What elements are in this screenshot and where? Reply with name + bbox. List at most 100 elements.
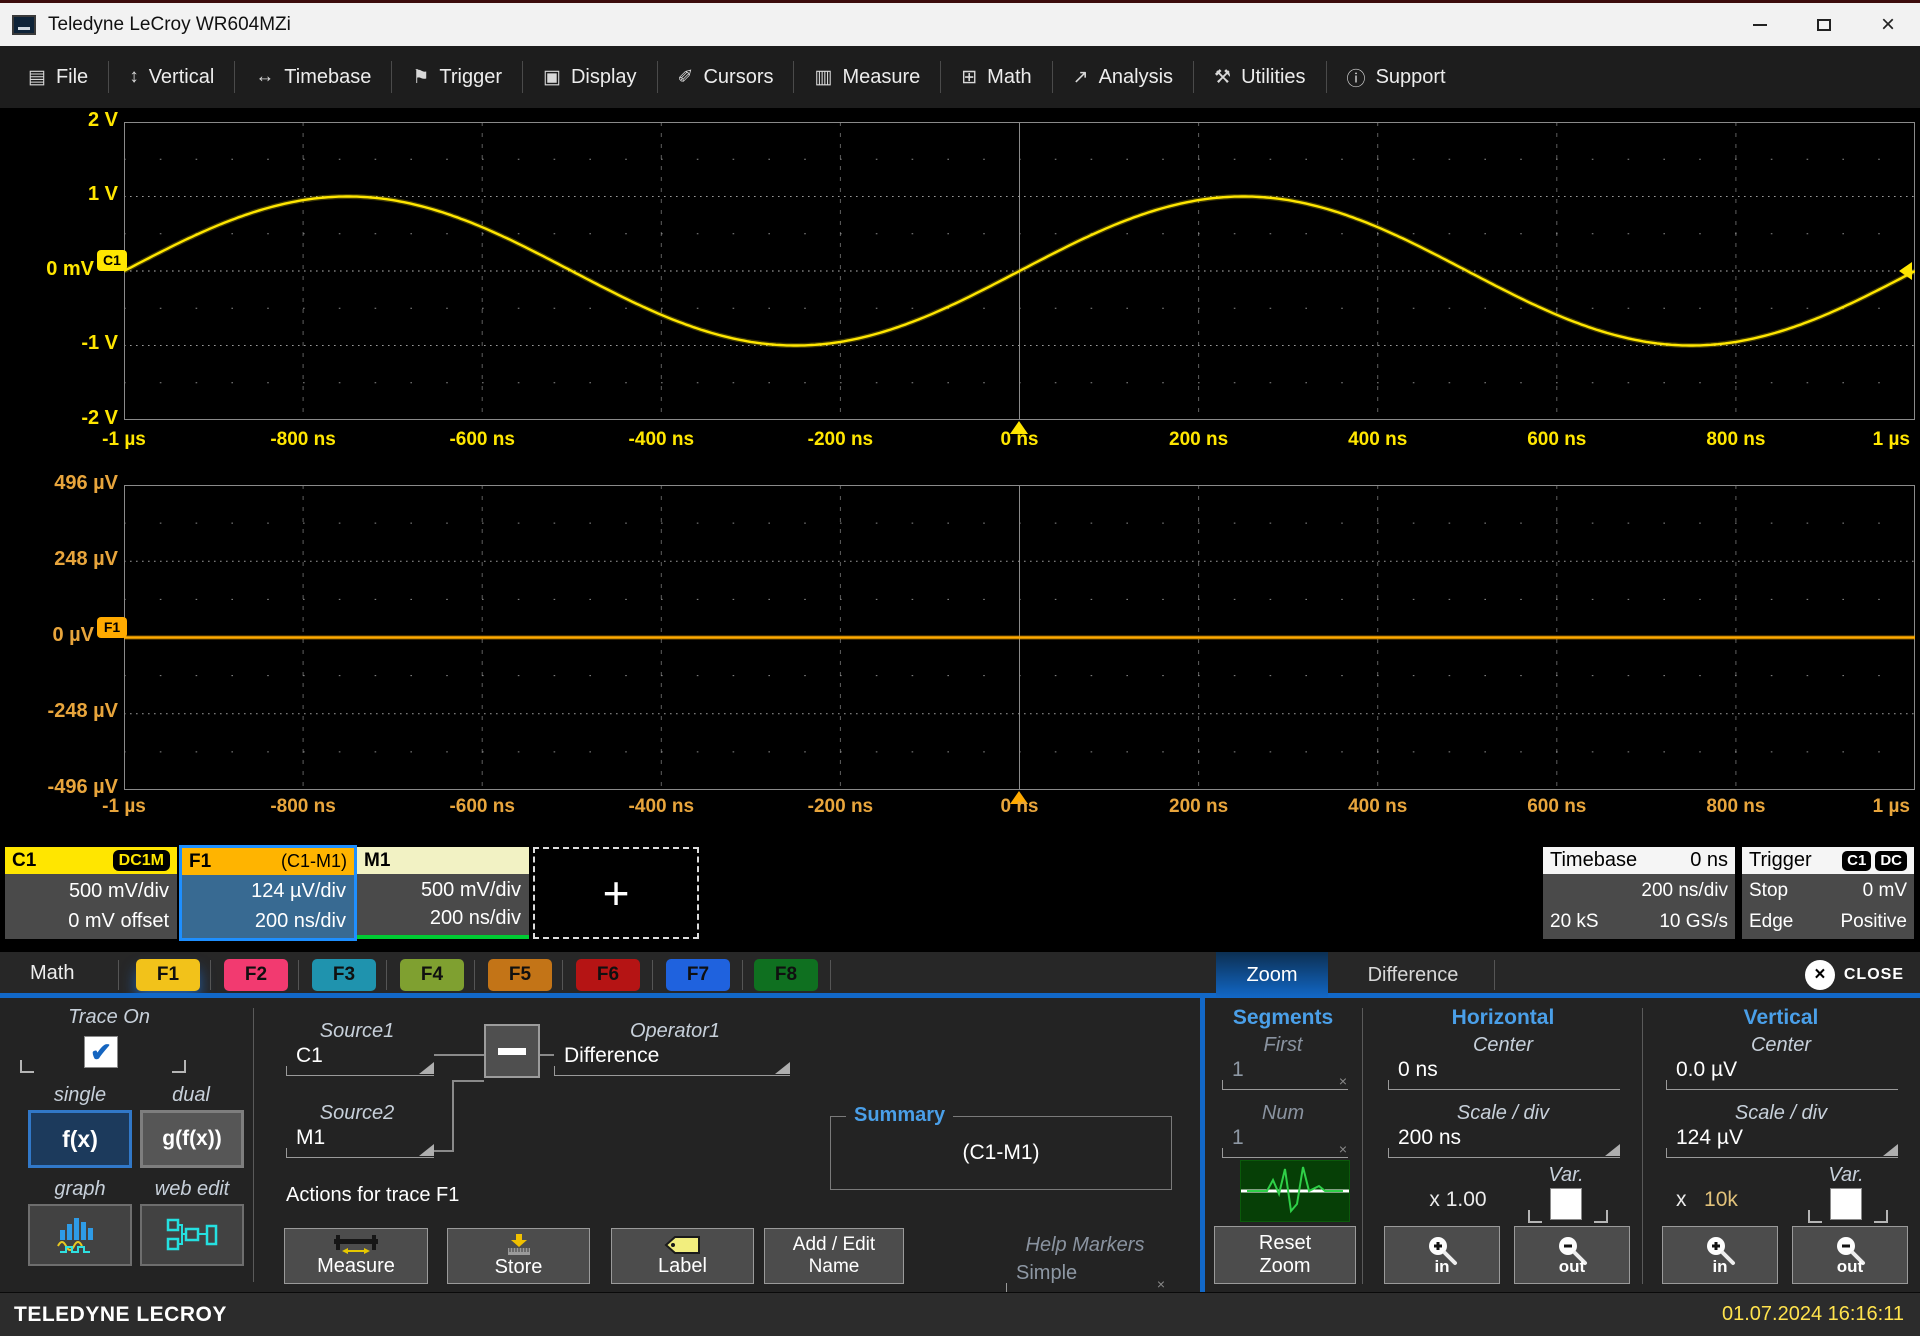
- x-axis-label: 1 µs: [1790, 429, 1910, 451]
- source1-value: C1: [296, 1044, 323, 1067]
- reset-line2: Zoom: [1259, 1255, 1310, 1278]
- summary-value: (C1-M1): [831, 1117, 1171, 1189]
- tab-difference[interactable]: Difference: [1340, 952, 1486, 998]
- menu-label: Analysis: [1099, 66, 1173, 89]
- actions-label: Actions for trace F1: [286, 1184, 459, 1207]
- web-edit-button[interactable]: [140, 1204, 244, 1266]
- tab-f8[interactable]: F8: [754, 959, 818, 991]
- menu-measure[interactable]: ▥Measure: [794, 57, 940, 97]
- menu-vertical[interactable]: ↕Vertical: [109, 57, 234, 97]
- help-markers-select[interactable]: Simple ×: [1006, 1262, 1166, 1293]
- menu-file[interactable]: ▤File: [8, 57, 108, 97]
- menu-timebase[interactable]: ↔Timebase: [235, 57, 391, 97]
- h-var-label: Var.: [1526, 1164, 1606, 1187]
- maximize-button[interactable]: [1792, 3, 1856, 46]
- reset-line1: Reset: [1259, 1232, 1311, 1255]
- menu-utilities[interactable]: ⚒ Utilities: [1194, 57, 1326, 97]
- f1-grid: [124, 485, 1915, 790]
- v-zoom-in-button[interactable]: in: [1662, 1226, 1778, 1284]
- timebase-box[interactable]: Timebase 0 ns 200 ns/div 20 kS10 GS/s: [1543, 847, 1735, 939]
- tab-zoom[interactable]: Zoom: [1216, 952, 1328, 998]
- x-axis-label: 200 ns: [1139, 796, 1259, 818]
- menu-support[interactable]: ⓘSupport: [1327, 57, 1466, 97]
- menu-label: Math: [987, 66, 1031, 89]
- tab-f5[interactable]: F5: [488, 959, 552, 991]
- close-label: CLOSE: [1844, 966, 1904, 984]
- h-zoom-in-button[interactable]: in: [1384, 1226, 1500, 1284]
- graph-mode-icon: [52, 1216, 108, 1254]
- connector-line: [434, 1150, 454, 1152]
- f1-offset-badge[interactable]: F1: [97, 617, 127, 638]
- measure-button[interactable]: Measure: [284, 1228, 428, 1284]
- add-trace-button[interactable]: +: [533, 847, 699, 939]
- focus-bracket: [1874, 1210, 1888, 1223]
- tools-icon: ⚒: [1214, 66, 1231, 89]
- timebase-title: Timebase: [1550, 849, 1637, 872]
- trigger-level-marker[interactable]: [1899, 262, 1912, 280]
- clear-icon: ×: [1157, 1277, 1165, 1291]
- x-axis-label: 600 ns: [1497, 429, 1617, 451]
- menu-trigger[interactable]: ⚑Trigger: [392, 57, 522, 97]
- trace-on-checkbox[interactable]: ✔: [84, 1036, 118, 1068]
- f1-waveform-plot[interactable]: [124, 485, 1915, 790]
- tab-f4[interactable]: F4: [400, 959, 464, 991]
- m1-descriptor-box[interactable]: M1 500 mV/div 200 ns/div: [357, 847, 529, 939]
- y-axis-label: -1 V: [8, 332, 118, 355]
- menu-math[interactable]: ⊞Math: [941, 57, 1051, 97]
- y-axis-label: -248 µV: [8, 700, 118, 723]
- v-center-input[interactable]: 0.0 µV: [1666, 1058, 1898, 1090]
- operator-block[interactable]: [484, 1024, 540, 1078]
- minimize-button[interactable]: [1728, 3, 1792, 46]
- add-edit-name-button[interactable]: Add / Edit Name: [764, 1228, 904, 1284]
- panel-divider: [1200, 998, 1205, 1292]
- clear-icon: ×: [1339, 1142, 1347, 1156]
- operator1-label: Operator1: [560, 1020, 790, 1043]
- tab-f3[interactable]: F3: [312, 959, 376, 991]
- tab-f2[interactable]: F2: [224, 959, 288, 991]
- x-axis-label: 600 ns: [1497, 796, 1617, 818]
- tab-separator: [474, 960, 475, 990]
- h-scale-select[interactable]: 200 ns: [1388, 1126, 1620, 1158]
- h-center-input[interactable]: 0 ns: [1388, 1058, 1620, 1090]
- menu-analysis[interactable]: ↗Analysis: [1053, 57, 1193, 97]
- x-axis-label: 400 ns: [1318, 796, 1438, 818]
- c1-x-axis: -1 µs-800 ns-600 ns-400 ns-200 ns0 ns200…: [0, 429, 1920, 457]
- label-button[interactable]: Label: [611, 1228, 754, 1284]
- source2-select[interactable]: M1: [286, 1126, 434, 1158]
- source1-select[interactable]: C1: [286, 1044, 434, 1076]
- close-panel-button[interactable]: × CLOSE: [1805, 952, 1904, 998]
- num-input[interactable]: 1 ×: [1222, 1126, 1348, 1158]
- c1-descriptor-box[interactable]: C1 DC1M 500 mV/div 0 mV offset: [5, 847, 177, 939]
- sample-rate: 10 GS/s: [1659, 911, 1728, 933]
- tab-f6[interactable]: F6: [576, 959, 640, 991]
- menu-cursors[interactable]: ✐Cursors: [658, 57, 794, 97]
- reset-zoom-button[interactable]: Reset Zoom: [1214, 1226, 1356, 1284]
- h-zoom-out-button[interactable]: out: [1514, 1226, 1630, 1284]
- channel-name: C1: [12, 850, 36, 872]
- dual-function-button[interactable]: g(f(x)): [140, 1110, 244, 1168]
- tab-f1[interactable]: F1: [136, 959, 200, 991]
- v-var-checkbox[interactable]: [1830, 1188, 1862, 1220]
- section-divider: [253, 1008, 254, 1282]
- trigger-box[interactable]: Trigger C1 DC Stop0 mV EdgePositive: [1742, 847, 1914, 939]
- v-zoom-out-button[interactable]: out: [1792, 1226, 1908, 1284]
- f1-descriptor-box[interactable]: F1 (C1-M1) 124 µV/div 200 ns/div: [179, 845, 357, 941]
- v-scale-select[interactable]: 124 µV: [1666, 1126, 1898, 1158]
- v-scale-label: Scale / div: [1646, 1102, 1916, 1125]
- c1-offset-badge[interactable]: C1: [97, 250, 127, 271]
- store-button[interactable]: Store: [447, 1228, 590, 1284]
- volts-per-div: 124 µV/div: [190, 880, 346, 903]
- graph-mode-button[interactable]: [28, 1204, 132, 1266]
- single-function-button[interactable]: f(x): [28, 1110, 132, 1168]
- focus-bracket: [1528, 1210, 1542, 1223]
- v-center-label: Center: [1646, 1034, 1916, 1057]
- menu-label: Utilities: [1241, 66, 1305, 89]
- h-var-checkbox[interactable]: [1550, 1188, 1582, 1220]
- menu-display[interactable]: ▣Display: [523, 57, 657, 97]
- tab-f7[interactable]: F7: [666, 959, 730, 991]
- operator1-select[interactable]: Difference: [554, 1044, 790, 1076]
- first-input[interactable]: 1 ×: [1222, 1058, 1348, 1090]
- x-axis-label: 800 ns: [1676, 796, 1796, 818]
- close-button[interactable]: ×: [1856, 3, 1920, 46]
- c1-waveform-plot[interactable]: [124, 122, 1915, 420]
